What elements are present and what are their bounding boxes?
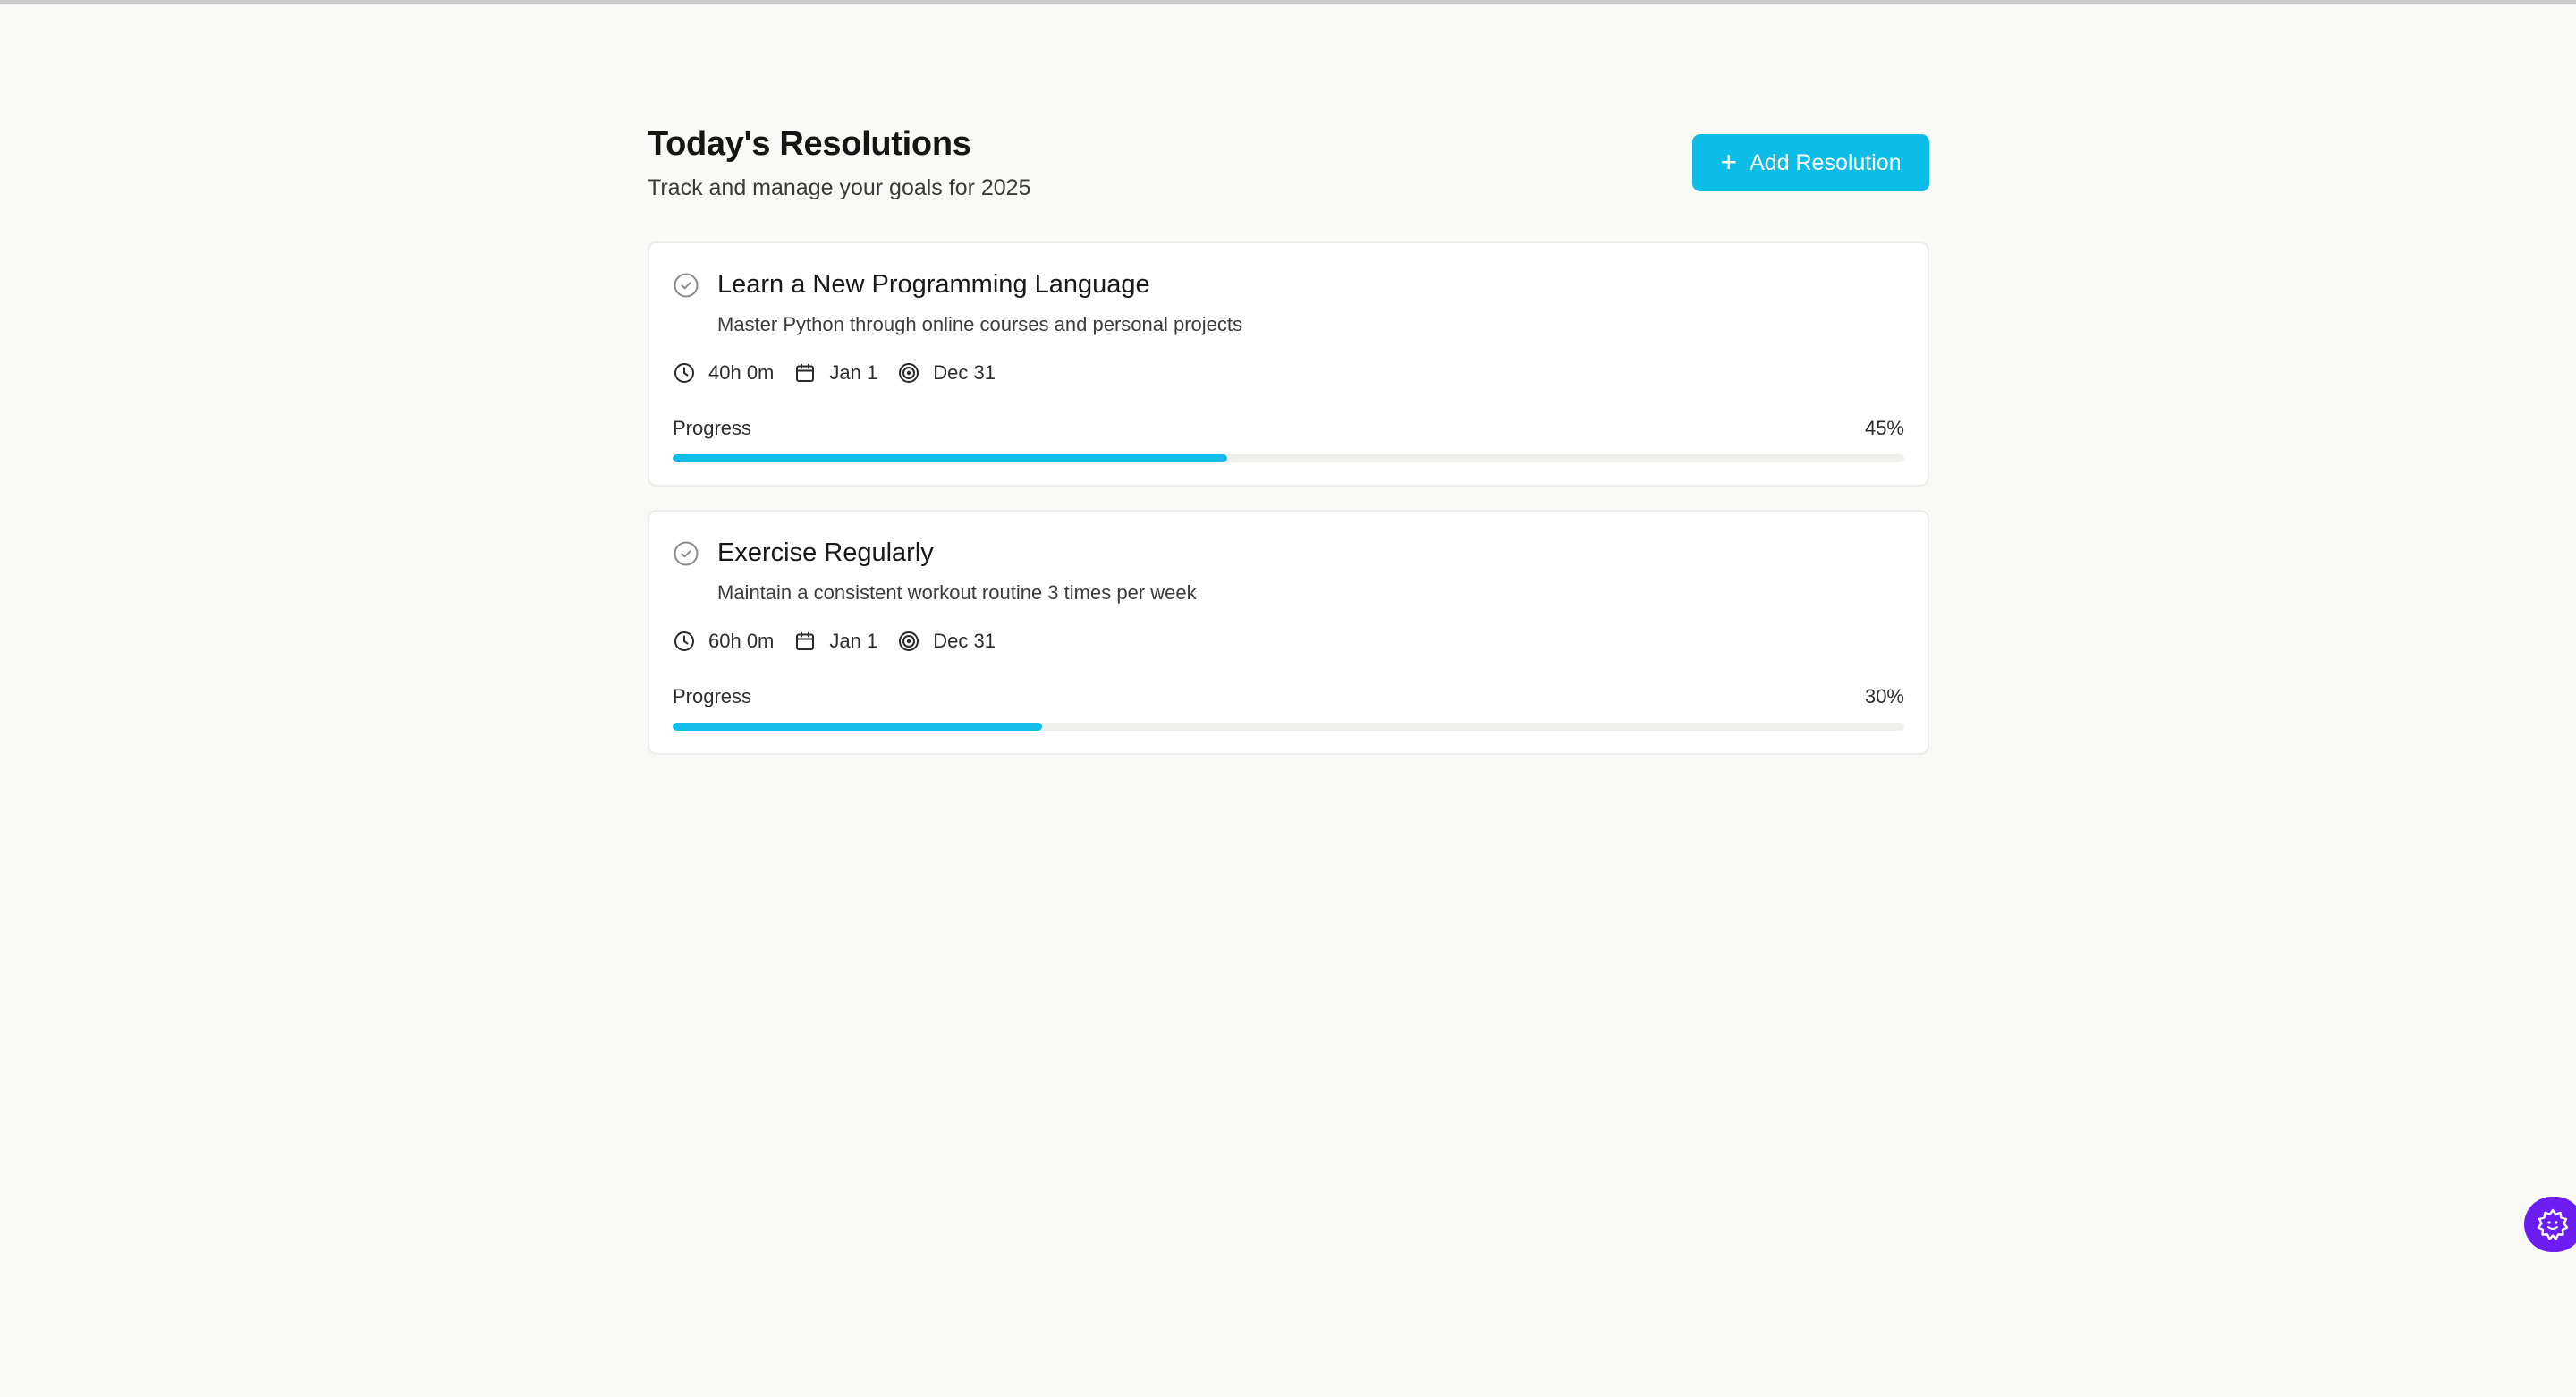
browser-top-border xyxy=(0,0,2576,4)
resolution-description: Maintain a consistent workout routine 3 … xyxy=(717,581,1197,604)
progress-bar xyxy=(673,723,1904,731)
calendar-icon xyxy=(796,631,815,650)
start-date-value: Jan 1 xyxy=(829,630,878,652)
progress-bar xyxy=(673,454,1904,462)
page-subtitle: Track and manage your goals for 2025 xyxy=(648,175,1031,200)
progress-fill xyxy=(673,454,1227,462)
add-resolution-button[interactable]: + Add Resolution xyxy=(1692,134,1929,191)
time-value: 60h 0m xyxy=(708,630,775,652)
gear-icon xyxy=(2537,1208,2569,1240)
clock-icon xyxy=(674,631,694,651)
target-icon xyxy=(899,631,919,651)
progress-percent: 30% xyxy=(1864,685,1904,707)
progress-fill xyxy=(673,723,1043,731)
target-icon xyxy=(899,363,919,383)
resolution-card[interactable]: Exercise Regularly Maintain a consistent… xyxy=(648,510,1929,755)
calendar-icon xyxy=(796,363,815,382)
resolutions-page: Today's Resolutions Track and manage you… xyxy=(648,122,1929,778)
settings-fab[interactable] xyxy=(2524,1197,2576,1252)
target-date: Dec 31 xyxy=(897,630,996,653)
start-date-value: Jan 1 xyxy=(829,361,878,384)
time-value: 40h 0m xyxy=(708,361,775,384)
time-spent: 60h 0m xyxy=(673,630,774,653)
target-date: Dec 31 xyxy=(897,361,996,385)
progress-label: Progress xyxy=(673,417,752,439)
target-date-value: Dec 31 xyxy=(933,361,996,384)
page-header: Today's Resolutions Track and manage you… xyxy=(648,122,1929,241)
resolution-meta: 60h 0m Jan 1 Dec 31 xyxy=(673,630,1015,653)
resolution-meta: 40h 0m Jan 1 Dec 31 xyxy=(673,361,1015,385)
add-resolution-label: Add Resolution xyxy=(1750,149,1902,175)
plus-icon: + xyxy=(1720,145,1738,178)
resolution-title: Exercise Regularly xyxy=(717,538,934,567)
resolution-description: Master Python through online courses and… xyxy=(717,313,1243,335)
target-date-value: Dec 31 xyxy=(933,630,996,652)
start-date: Jan 1 xyxy=(793,361,877,385)
check-circle-icon[interactable] xyxy=(673,540,699,567)
check-circle-icon[interactable] xyxy=(673,272,699,299)
clock-icon xyxy=(674,363,694,383)
page-title: Today's Resolutions xyxy=(648,125,971,163)
resolution-card[interactable]: Learn a New Programming Language Master … xyxy=(648,241,1929,487)
progress-label: Progress xyxy=(673,685,752,707)
progress-percent: 45% xyxy=(1864,417,1904,439)
time-spent: 40h 0m xyxy=(673,361,774,385)
start-date: Jan 1 xyxy=(793,630,877,653)
resolution-title: Learn a New Programming Language xyxy=(717,270,1150,299)
